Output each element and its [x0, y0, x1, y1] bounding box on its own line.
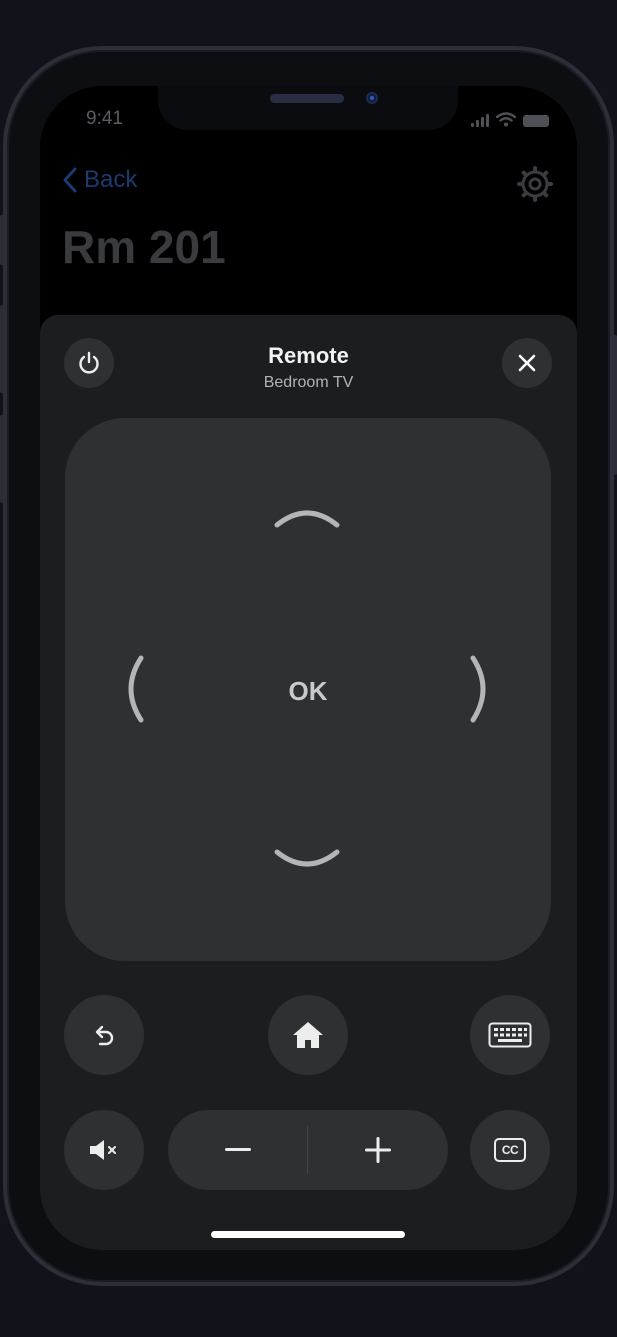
status-time: 9:41	[86, 108, 123, 129]
close-icon	[518, 354, 536, 372]
volume-control: − +	[168, 1110, 448, 1190]
back-label: Back	[84, 166, 138, 193]
chevron-left-icon	[63, 167, 77, 193]
battery-icon	[523, 115, 549, 127]
dpad-touch-area[interactable]: OK	[65, 418, 551, 961]
notch	[158, 86, 458, 130]
remote-subtitle: Bedroom TV	[263, 374, 354, 391]
plus-icon	[365, 1137, 391, 1163]
home-button[interactable]	[268, 995, 348, 1075]
captions-button[interactable]: CC	[470, 1110, 550, 1190]
home-icon	[293, 1022, 323, 1048]
wifi-icon	[496, 112, 516, 127]
keyboard-button[interactable]	[470, 995, 550, 1075]
mute-button[interactable]	[64, 1110, 144, 1190]
back-button[interactable]: Back	[62, 166, 137, 194]
keyboard-icon	[488, 1022, 532, 1048]
power-side-button	[613, 335, 617, 475]
volume-down-button[interactable]: −	[168, 1110, 308, 1190]
undo-arrow-icon	[95, 1025, 114, 1046]
back-remote-button[interactable]	[64, 995, 144, 1075]
captions-label: CC	[501, 1143, 519, 1157]
volume-up-side-button	[0, 305, 4, 393]
minus-icon	[225, 1148, 251, 1151]
phone-screen: 9:41 Back Rm 201 Remote Bedroom TV OK CC	[40, 86, 577, 1250]
home-indicator[interactable]	[211, 1231, 405, 1238]
speaker-grille	[270, 94, 344, 103]
volume-down-side-button	[0, 415, 4, 503]
chevron-down-icon[interactable]	[273, 846, 341, 876]
ok-button[interactable]: OK	[65, 676, 551, 707]
status-icons	[471, 111, 549, 127]
front-camera	[366, 92, 378, 104]
close-button[interactable]	[502, 338, 552, 388]
gear-icon[interactable]	[517, 166, 553, 202]
cellular-signal-icon	[471, 114, 489, 127]
speaker-muted-icon	[90, 1140, 116, 1160]
silent-switch	[0, 215, 4, 265]
remote-title: Remote	[268, 343, 349, 368]
page-title: Rm 201	[62, 221, 226, 273]
chevron-up-icon[interactable]	[273, 501, 341, 531]
volume-up-button[interactable]: +	[308, 1110, 448, 1190]
closed-captions-icon: CC	[494, 1138, 526, 1162]
remote-sheet: Remote Bedroom TV OK CC	[40, 315, 577, 1250]
